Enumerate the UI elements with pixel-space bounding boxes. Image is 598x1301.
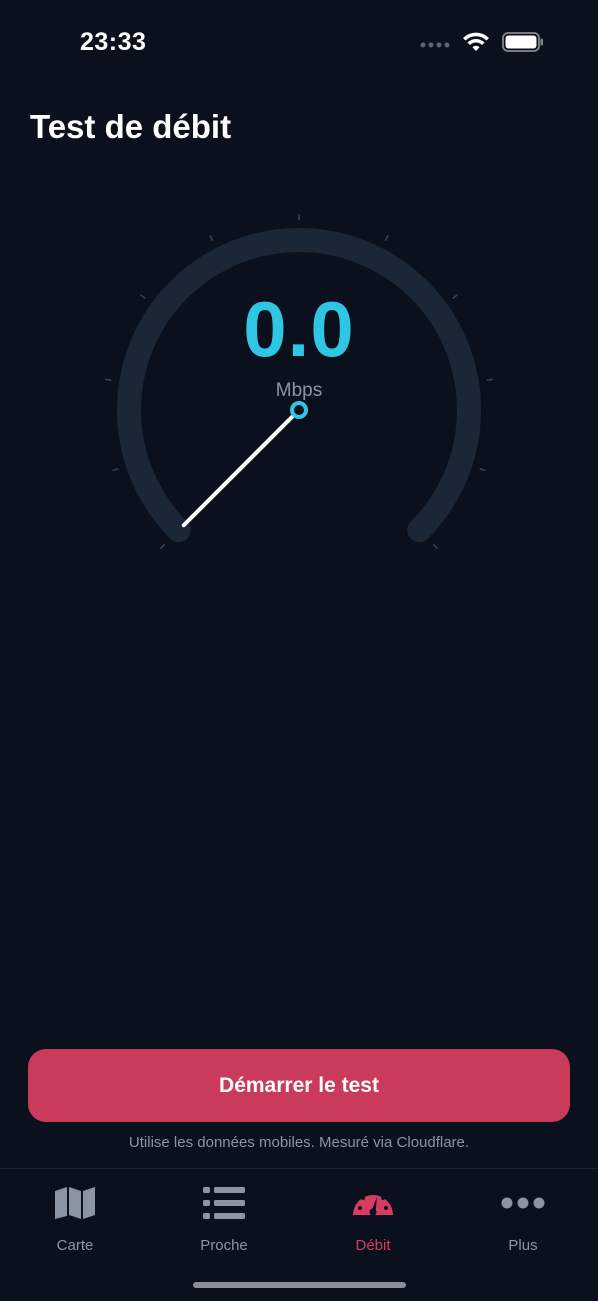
tab-debit[interactable]: Débit [298,1169,448,1269]
start-test-button[interactable]: Démarrer le test [28,1049,570,1122]
tab-plus[interactable]: Plus [448,1169,598,1269]
gauge-tick [209,235,214,242]
speed-value: 0.0 [243,285,355,373]
signal-dots-icon [420,36,450,54]
gauge-tick [479,467,486,472]
list-icon [200,1183,248,1223]
more-dots-icon [499,1183,547,1223]
speedometer-icon [349,1183,397,1223]
page-title: Test de débit [30,108,232,145]
tab-label-debit: Débit [355,1237,391,1254]
footnote-text: Utilise les données mobiles. Mesuré via … [128,1134,470,1151]
gauge-tick [432,543,439,550]
speed-unit: Mbps [275,380,323,401]
tab-proche[interactable]: Proche [149,1169,299,1269]
status-bar: 23:33 [0,0,598,90]
gauge-tick [384,235,389,242]
wifi-icon [462,31,490,58]
gauge-tick [159,543,166,550]
gauge-hub [290,401,308,419]
tab-carte[interactable]: Carte [0,1169,150,1269]
map-icon [51,1183,99,1223]
status-icons [420,31,544,58]
gauge-tick [112,467,119,472]
tab-label-plus: Plus [508,1237,538,1254]
battery-icon [502,32,544,57]
status-time: 23:33 [80,28,147,56]
gauge-needle [181,415,294,528]
tab-label-proche: Proche [200,1237,248,1254]
home-indicator [193,1282,406,1288]
tab-label-carte: Carte [56,1237,94,1254]
